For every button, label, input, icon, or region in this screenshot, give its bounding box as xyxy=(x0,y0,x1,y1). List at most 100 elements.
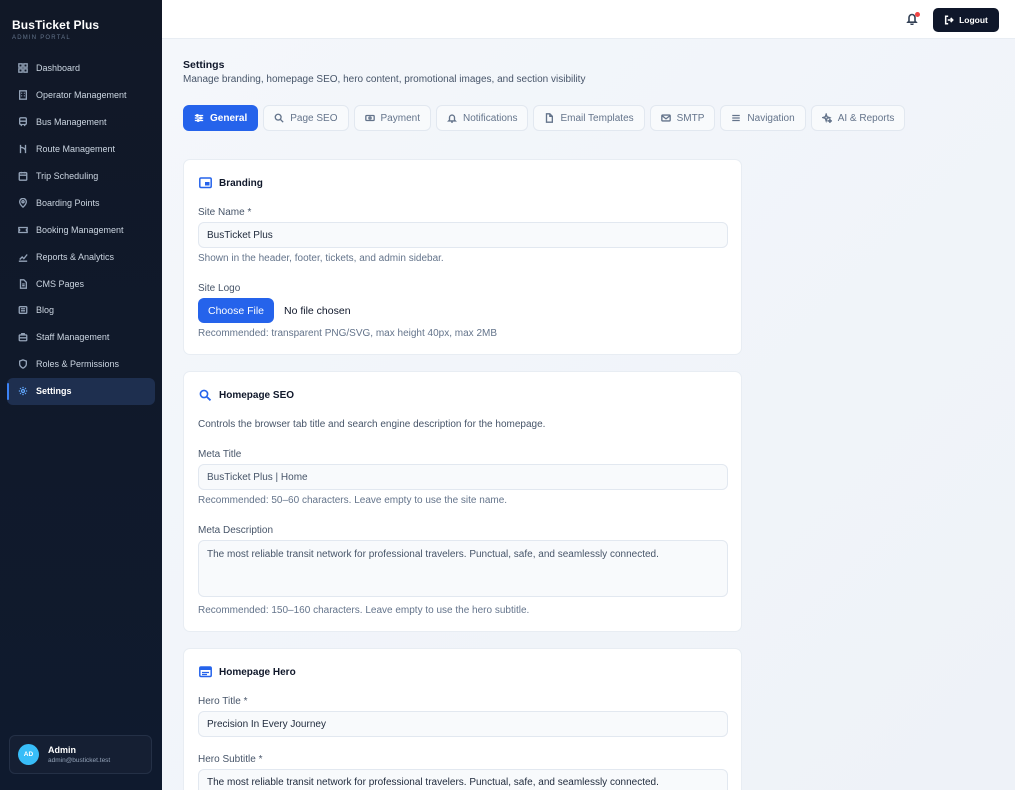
sidebar-item-boarding-points[interactable]: Boarding Points xyxy=(7,189,155,216)
logout-icon xyxy=(945,15,954,25)
no-file-text: No file chosen xyxy=(284,305,351,317)
money-icon xyxy=(364,114,375,122)
mail-icon xyxy=(660,114,671,122)
logout-label: Logout xyxy=(959,15,988,25)
user-name: Admin xyxy=(48,745,76,755)
homepage-seo-description: Controls the browser tab title and searc… xyxy=(198,419,546,430)
meta-description-hint: Recommended: 150–160 characters. Leave e… xyxy=(198,605,530,616)
sidebar-item-label: Staff Management xyxy=(36,332,110,343)
tab-label: Page SEO xyxy=(290,112,338,124)
homepage-hero-card: Homepage Hero Hero Title * Precision In … xyxy=(183,648,742,790)
branding-header: Branding xyxy=(199,177,263,189)
meta-title-hint: Recommended: 50–60 characters. Leave emp… xyxy=(198,495,508,506)
sidebar-item-route-management[interactable]: Route Management xyxy=(7,136,155,163)
sidebar-item-reports-analytics[interactable]: Reports & Analytics xyxy=(7,243,155,270)
meta-description-label: Meta Description xyxy=(198,525,274,536)
avatar: AD xyxy=(18,744,39,765)
site-logo-label: Site Logo xyxy=(198,283,241,294)
file-icon xyxy=(17,278,28,289)
choose-file-button[interactable]: Choose File xyxy=(198,298,274,323)
meta-title-input[interactable]: BusTicket Plus | Home xyxy=(198,464,728,490)
sparkles-icon xyxy=(821,113,832,123)
branding-card: Branding Site Name * BusTicket Plus Show… xyxy=(183,159,742,355)
brand: BusTicket Plus ADMIN PORTAL xyxy=(12,18,99,41)
bell-icon xyxy=(447,114,457,123)
tab-label: Notifications xyxy=(462,112,518,124)
sidebar-item-dashboard[interactable]: Dashboard xyxy=(7,55,155,82)
map-pin-icon xyxy=(17,197,28,208)
hero-subtitle-label: Hero Subtitle * xyxy=(198,754,263,765)
notification-dot xyxy=(915,12,920,17)
meta-description-textarea[interactable]: The most reliable transit network for pr… xyxy=(198,540,728,597)
sidebar-item-trip-scheduling[interactable]: Trip Scheduling xyxy=(7,163,155,190)
sidebar-item-label: Route Management xyxy=(36,144,116,155)
logout-button[interactable]: Logout xyxy=(933,8,999,32)
briefcase-icon xyxy=(17,332,28,343)
menu-icon xyxy=(732,114,741,122)
site-name-input[interactable]: BusTicket Plus xyxy=(198,222,728,248)
user-email: admin@busticket.test xyxy=(48,757,111,764)
page-subtitle: Manage branding, homepage SEO, hero cont… xyxy=(183,74,586,85)
sidebar-item-label: Reports & Analytics xyxy=(36,251,115,262)
app-subtitle: ADMIN PORTAL xyxy=(12,35,71,41)
settings-tabs: General Page SEO Payment Notifications E… xyxy=(183,105,910,131)
tab-label: AI & Reports xyxy=(837,112,895,124)
sidebar-item-label: Bus Management xyxy=(36,117,107,128)
bus-icon xyxy=(17,117,28,128)
sidebar-item-operator-management[interactable]: Operator Management xyxy=(7,82,155,109)
tab-smtp[interactable]: SMTP xyxy=(649,105,716,131)
shield-icon xyxy=(17,359,28,370)
hero-layout-icon xyxy=(199,666,212,678)
hero-subtitle-input[interactable]: The most reliable transit network for pr… xyxy=(198,769,728,790)
document-icon xyxy=(546,113,554,123)
sidebar-item-label: Blog xyxy=(36,305,55,316)
tab-notifications[interactable]: Notifications xyxy=(435,105,529,131)
sidebar-item-label: Operator Management xyxy=(36,90,127,101)
tab-ai-reports[interactable]: AI & Reports xyxy=(810,105,906,131)
tab-email-templates[interactable]: Email Templates xyxy=(533,105,645,131)
tab-page-seo[interactable]: Page SEO xyxy=(263,105,349,131)
sidebar-item-label: Trip Scheduling xyxy=(36,171,99,181)
sidebar-item-label: Boarding Points xyxy=(36,197,100,208)
sidebar-item-cms-pages[interactable]: CMS Pages xyxy=(7,270,155,297)
tab-label: General xyxy=(210,112,248,124)
meta-title-label: Meta Title xyxy=(198,449,242,460)
sidebar-item-blog[interactable]: Blog xyxy=(7,297,155,324)
homepage-hero-header: Homepage Hero xyxy=(199,666,296,678)
main-content: Settings Manage branding, homepage SEO, … xyxy=(162,39,1015,790)
sidebar-item-label: Dashboard xyxy=(36,63,81,74)
sidebar-item-label: CMS Pages xyxy=(36,278,85,289)
site-name-hint: Shown in the header, footer, tickets, an… xyxy=(198,253,444,264)
tab-general[interactable]: General xyxy=(183,105,259,131)
branding-title: Branding xyxy=(219,177,263,189)
sidebar-item-bus-management[interactable]: Bus Management xyxy=(7,109,155,136)
user-card[interactable]: AD Admin admin@busticket.test xyxy=(9,735,152,774)
seo-search-icon xyxy=(274,113,284,123)
tab-label: Payment xyxy=(380,112,420,124)
sidebar-item-settings[interactable]: Settings xyxy=(7,377,155,405)
tab-label: SMTP xyxy=(676,112,705,124)
tab-payment[interactable]: Payment xyxy=(353,105,431,131)
site-name-label: Site Name * xyxy=(198,207,252,218)
hero-title-input[interactable]: Precision In Every Journey xyxy=(198,711,728,737)
homepage-hero-title: Homepage Hero xyxy=(219,666,296,678)
page-title: Settings xyxy=(183,59,225,71)
search-icon xyxy=(199,389,212,401)
homepage-seo-header: Homepage SEO xyxy=(199,389,294,401)
calendar-icon xyxy=(17,171,28,182)
tab-label: Navigation xyxy=(747,112,795,124)
tab-navigation[interactable]: Navigation xyxy=(720,105,806,131)
route-icon xyxy=(17,144,28,155)
sidebar-nav: Dashboard Operator Management Bus Manage… xyxy=(7,55,155,405)
notifications-bell-icon[interactable] xyxy=(906,12,920,28)
dashboard-icon xyxy=(17,63,28,74)
sidebar-item-booking-management[interactable]: Booking Management xyxy=(7,216,155,243)
sidebar-item-staff-management[interactable]: Staff Management xyxy=(7,324,155,351)
branding-icon xyxy=(199,177,212,189)
topbar: Logout xyxy=(162,0,1015,39)
hero-title-label: Hero Title * xyxy=(198,696,248,707)
homepage-seo-card: Homepage SEO Controls the browser tab ti… xyxy=(183,371,742,632)
building-icon xyxy=(17,90,28,101)
sidebar-item-roles-permissions[interactable]: Roles & Permissions xyxy=(7,351,155,378)
gear-icon xyxy=(17,386,28,397)
